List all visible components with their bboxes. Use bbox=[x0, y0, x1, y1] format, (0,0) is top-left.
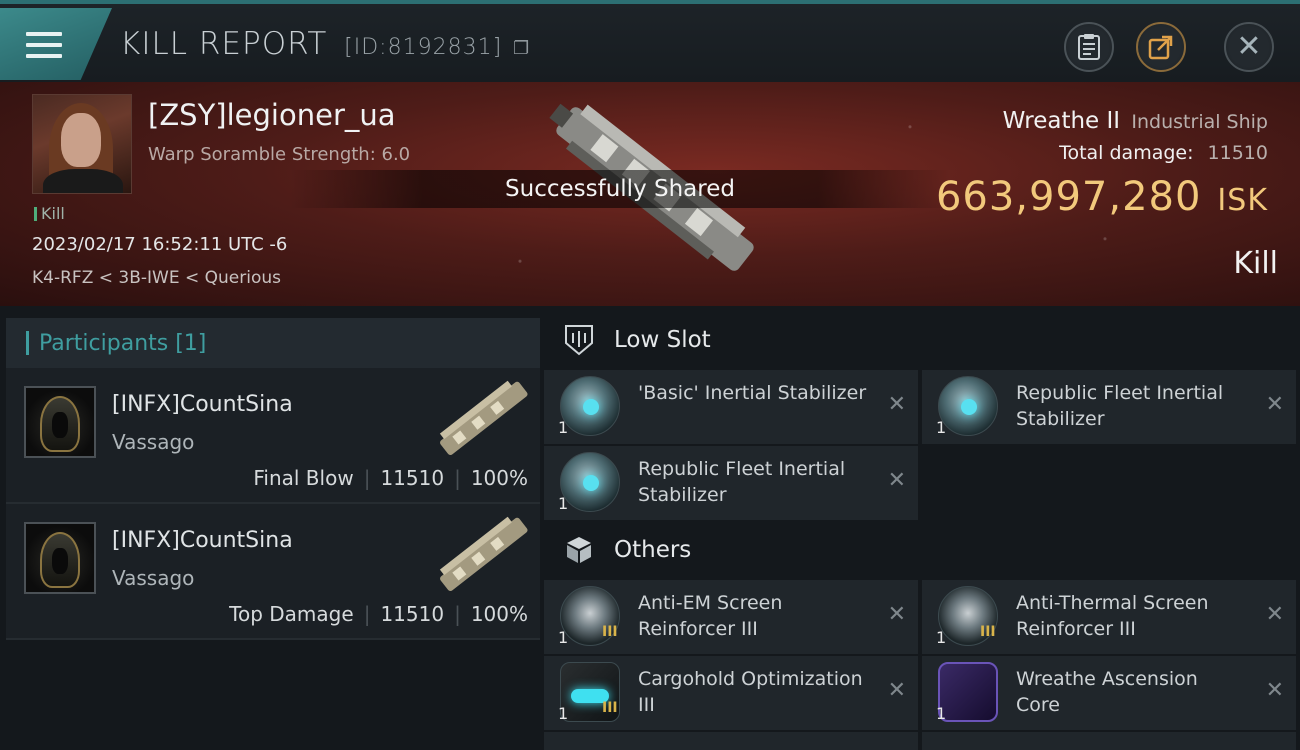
victim-ship[interactable]: Wreathe II Industrial Ship bbox=[1003, 108, 1268, 134]
destroyed-marker-icon: ✕ bbox=[1265, 392, 1284, 417]
clipboard-button[interactable] bbox=[1064, 22, 1114, 72]
total-damage: Total damage: 11510 bbox=[1059, 142, 1268, 164]
low-slot-header: Low Slot bbox=[544, 310, 1300, 370]
participant-avatar[interactable] bbox=[24, 386, 96, 458]
participant-stats: Final Blow | 11510 | 100% bbox=[253, 466, 528, 490]
low-slot-icon bbox=[562, 323, 596, 357]
destroyed-marker-icon: ✕ bbox=[1265, 602, 1284, 627]
destroyed-marker-icon: ✕ bbox=[887, 678, 906, 703]
participant-damage: 11510 bbox=[380, 466, 445, 490]
module-name: Anti-EM Screen Reinforcer III bbox=[638, 592, 783, 640]
participant-percent: 100% bbox=[470, 602, 528, 626]
participant-damage: 11510 bbox=[380, 602, 445, 626]
total-damage-label: Total damage: bbox=[1059, 142, 1194, 164]
module-quantity: 1 bbox=[558, 704, 569, 723]
page-title: KILL REPORT [ID:8192831] ❐ bbox=[120, 26, 530, 62]
module-name: Wreathe Ascension Core bbox=[1016, 668, 1198, 716]
kill-datetime: 2023/02/17 16:52:11 UTC -6 bbox=[32, 234, 288, 255]
destroyed-marker-icon: ✕ bbox=[1265, 678, 1284, 703]
participant-name[interactable]: [INFX]CountSina bbox=[112, 528, 293, 553]
participants-title: Participants [1] bbox=[39, 330, 207, 356]
module-quantity: 1 bbox=[558, 628, 569, 647]
participant-name[interactable]: [INFX]CountSina bbox=[112, 392, 293, 417]
participant-ship-image bbox=[439, 516, 528, 592]
share-icon bbox=[1148, 35, 1173, 60]
ship-class: Industrial Ship bbox=[1131, 111, 1268, 133]
module-name: Cargohold Optimization III bbox=[638, 668, 863, 716]
module-name: Republic Fleet Inertial Stabilizer bbox=[1016, 382, 1224, 430]
module-quantity: 1 bbox=[936, 418, 947, 437]
cube-icon bbox=[562, 533, 596, 567]
isk-value: 663,997,280 ISK bbox=[936, 174, 1268, 220]
ship-name: Wreathe II bbox=[1002, 108, 1121, 134]
close-icon: ✕ bbox=[1236, 29, 1262, 64]
total-damage-value: 11510 bbox=[1207, 142, 1268, 164]
participant-ship: Vassago bbox=[112, 566, 195, 590]
victim-name[interactable]: [ZSY]legioner_ua bbox=[148, 98, 396, 132]
module-item[interactable]: 1 III Cargohold Optimization III ✕ bbox=[544, 656, 918, 730]
top-bar: KILL REPORT [ID:8192831] ❐ ✕ bbox=[0, 0, 1300, 82]
victim-subtitle: Warp Soramble Strength: 6.0 bbox=[148, 144, 411, 165]
kill-tag: Kill bbox=[34, 204, 65, 223]
low-slot-title: Low Slot bbox=[614, 327, 711, 353]
close-button[interactable]: ✕ bbox=[1224, 22, 1274, 72]
participant-ship: Vassago bbox=[112, 430, 195, 454]
participants-header: Participants [1] bbox=[6, 318, 540, 368]
module-item[interactable]: 1 Republic Fleet Inertial Stabilizer ✕ bbox=[922, 370, 1296, 444]
participant-avatar[interactable] bbox=[24, 522, 96, 594]
kill-location: K4-RFZ < 3B-IWE < Querious bbox=[32, 268, 281, 288]
module-quantity: 1 bbox=[936, 628, 947, 647]
inertial-stabilizer-icon bbox=[938, 376, 998, 436]
hamburger-menu-icon bbox=[26, 32, 62, 58]
participant-role: Top Damage bbox=[229, 602, 354, 626]
others-header: Others bbox=[544, 520, 1300, 580]
participant-row[interactable]: [INFX]CountSina Vassago Final Blow | 115… bbox=[6, 368, 540, 504]
clipboard-icon bbox=[1078, 34, 1100, 60]
module-tier: III bbox=[602, 624, 618, 640]
module-name: Anti-Thermal Screen Reinforcer III bbox=[1016, 592, 1209, 640]
module-tier: III bbox=[602, 700, 618, 716]
participant-role: Final Blow bbox=[253, 466, 354, 490]
inertial-stabilizer-icon bbox=[560, 376, 620, 436]
module-name: 'Basic' Inertial Stabilizer bbox=[638, 382, 867, 404]
others-title: Others bbox=[614, 537, 692, 563]
menu-button[interactable] bbox=[0, 8, 112, 80]
victim-banner: [ZSY]legioner_ua Warp Soramble Strength:… bbox=[0, 82, 1300, 306]
shared-toast: Successfully Shared bbox=[290, 170, 950, 208]
copy-id-icon[interactable]: ❐ bbox=[513, 38, 530, 59]
module-quantity: 1 bbox=[558, 418, 569, 437]
module-item[interactable]: 1 'Basic' Inertial Stabilizer ✕ bbox=[544, 370, 918, 444]
module-quantity: 1 bbox=[558, 494, 569, 513]
victim-portrait[interactable] bbox=[32, 94, 132, 194]
report-id: [ID:8192831] bbox=[344, 35, 503, 60]
participant-stats: Top Damage | 11510 | 100% bbox=[229, 602, 528, 626]
participant-ship-image bbox=[439, 380, 528, 456]
module-list-overflow bbox=[544, 732, 1300, 750]
destroyed-marker-icon: ✕ bbox=[887, 602, 906, 627]
fitting-panel: Low Slot 1 'Basic' Inertial Stabilizer ✕… bbox=[544, 310, 1300, 750]
low-slot-list: 1 'Basic' Inertial Stabilizer ✕ 1 Republ… bbox=[544, 370, 1300, 520]
title-text: KILL REPORT bbox=[120, 26, 328, 62]
isk-unit: ISK bbox=[1217, 183, 1268, 218]
module-name: Republic Fleet Inertial Stabilizer bbox=[638, 458, 846, 506]
module-tier: III bbox=[980, 624, 996, 640]
shared-toast-text: Successfully Shared bbox=[505, 176, 735, 202]
ascension-core-icon bbox=[938, 662, 998, 722]
module-quantity: 1 bbox=[936, 704, 947, 723]
module-item[interactable]: 1 III Anti-EM Screen Reinforcer III ✕ bbox=[544, 580, 918, 654]
share-button[interactable] bbox=[1136, 22, 1186, 72]
others-list: 1 III Anti-EM Screen Reinforcer III ✕ 1 … bbox=[544, 580, 1300, 730]
module-item[interactable]: 1 Republic Fleet Inertial Stabilizer ✕ bbox=[544, 446, 918, 520]
result-label: Kill bbox=[1233, 246, 1278, 281]
module-item[interactable]: 1 III Anti-Thermal Screen Reinforcer III… bbox=[922, 580, 1296, 654]
module-item[interactable]: 1 Wreathe Ascension Core ✕ bbox=[922, 656, 1296, 730]
participant-row[interactable]: [INFX]CountSina Vassago Top Damage | 115… bbox=[6, 504, 540, 640]
isk-amount: 663,997,280 bbox=[935, 174, 1202, 220]
participant-percent: 100% bbox=[470, 466, 528, 490]
destroyed-marker-icon: ✕ bbox=[887, 392, 906, 417]
participants-panel: Participants [1] [INFX]CountSina Vassago… bbox=[6, 318, 540, 750]
inertial-stabilizer-icon bbox=[560, 452, 620, 512]
destroyed-marker-icon: ✕ bbox=[887, 468, 906, 493]
